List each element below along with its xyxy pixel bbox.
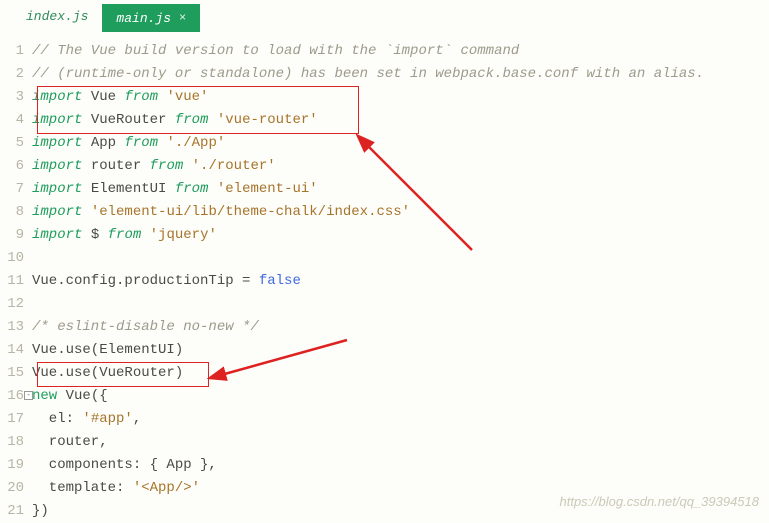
code-area[interactable]: // The Vue build version to load with th… [32, 40, 769, 523]
code-text: // The Vue build version to load with th… [32, 43, 519, 59]
tab-bar: index.js main.js × [0, 0, 769, 32]
watermark: https://blog.csdn.net/qq_39394518 [560, 494, 760, 509]
code-editor[interactable]: 123456789101112131415161718192021 - // T… [0, 32, 769, 523]
close-icon[interactable]: × [179, 11, 186, 25]
code-text: // (runtime-only or standalone) has been… [32, 66, 704, 82]
tab-main-js[interactable]: main.js × [102, 4, 200, 32]
line-gutter: 123456789101112131415161718192021 [0, 40, 32, 523]
tab-label: main.js [116, 11, 171, 26]
tab-index-js[interactable]: index.js [12, 4, 102, 32]
